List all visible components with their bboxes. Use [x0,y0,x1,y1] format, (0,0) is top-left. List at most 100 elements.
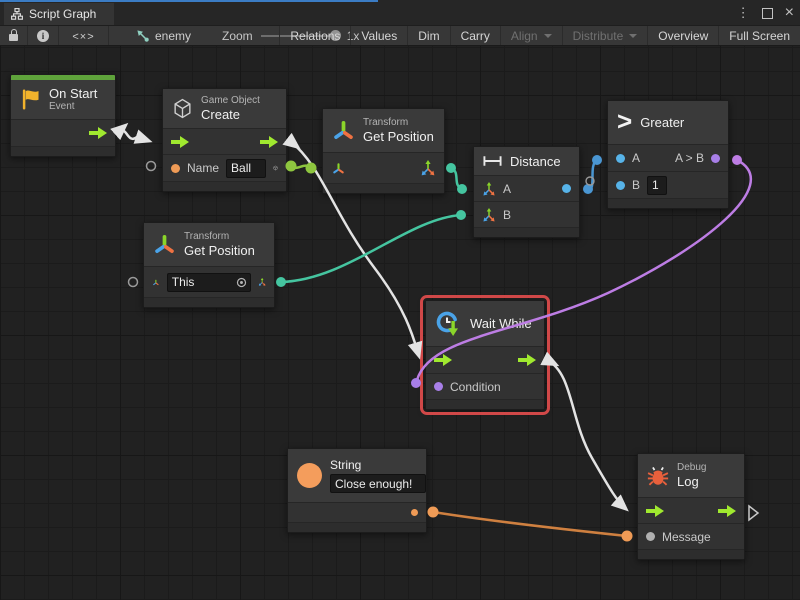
tab-script-graph[interactable]: Script Graph [4,3,114,25]
node-title: Get Position [184,243,255,259]
kebab-menu-icon[interactable] [737,4,750,22]
flow-out-port[interactable] [260,136,278,148]
overview-button[interactable]: Overview [648,26,719,45]
lock-icon [9,34,18,41]
transform-in-port[interactable] [152,275,160,290]
dim-button[interactable]: Dim [408,26,450,45]
carry-button[interactable]: Carry [451,26,501,45]
vector3-out-port[interactable] [258,274,266,290]
node-footer [323,184,444,193]
tab-bar: Script Graph [0,0,800,26]
condition-port[interactable] [434,382,443,391]
name-port-label: Name [187,161,219,175]
code-icon [72,29,94,43]
node-footer [426,400,544,409]
flow-out-port[interactable] [518,354,536,366]
b-in-port[interactable] [616,181,625,190]
node-title: Wait While [470,316,532,331]
flow-in-port[interactable] [646,505,664,517]
string-icon [297,463,322,488]
info-button[interactable]: i [28,26,59,45]
close-icon[interactable] [785,4,794,22]
transform-icon [332,119,355,142]
node-get-position-2[interactable]: Transform Get Position [143,222,275,308]
game-object-icon [172,98,193,119]
node-footer [638,550,744,559]
node-title: Distance [510,154,561,169]
name-value-field[interactable] [226,159,266,178]
vector3-b-port[interactable] [482,208,496,222]
graph-breadcrumb[interactable]: enemy [136,26,191,45]
b-port-label: B [632,178,640,192]
node-footer [608,199,728,208]
distance-icon [483,155,502,167]
node-title: Log [677,474,706,490]
a-port-label: A [503,182,511,196]
graph-name: enemy [155,29,191,43]
node-subtitle: Transform [363,117,434,129]
object-out-port[interactable] [273,161,278,175]
lock-button[interactable] [0,26,28,45]
name-port[interactable] [171,164,180,173]
code-preview-button[interactable] [59,26,109,45]
transform-icon [153,233,176,256]
greater-icon [617,111,632,135]
wait-while-icon [435,310,462,337]
node-distance[interactable]: Distance A B [473,146,580,238]
distance-out-port[interactable] [562,184,571,193]
graph-toolbar: i enemy Zoom 1x Relations Values Dim Car… [0,26,800,46]
fullscreen-button[interactable]: Full Screen [719,26,800,45]
flow-in-port[interactable] [171,136,189,148]
string-out-port[interactable] [411,509,418,516]
node-footer [144,298,274,307]
flow-out-port[interactable] [89,127,107,139]
graph-tab-icon [11,8,23,20]
node-title: Greater [640,115,684,130]
object-picker-icon[interactable] [236,277,247,288]
node-create[interactable]: Game Object Create Name [162,88,287,192]
node-footer [11,147,115,156]
flow-out-port[interactable] [718,505,736,517]
tab-title: Script Graph [29,7,96,21]
node-get-position-1[interactable]: Transform Get Position [322,108,445,194]
graph-icon [136,29,149,42]
bug-icon [647,465,669,487]
b-value-field[interactable] [647,176,667,195]
b-port-label: B [503,208,511,222]
focus-accent-line [0,0,378,2]
node-string[interactable]: String [287,448,427,533]
node-footer [288,523,426,532]
caret-down-icon [629,34,637,38]
node-greater[interactable]: Greater A A > B B [607,100,729,209]
node-subtitle: Transform [184,231,255,243]
node-title: Create [201,107,260,123]
distribute-button[interactable]: Distribute [563,26,649,45]
message-label: Message [662,530,711,544]
condition-label: Condition [450,380,501,394]
vector3-a-port[interactable] [482,182,496,196]
node-subtitle: Debug [677,462,706,474]
flag-icon [20,88,41,111]
caret-down-icon [544,34,552,38]
relations-button[interactable]: Relations [279,26,351,45]
result-port-label: A > B [675,151,704,165]
message-port[interactable] [646,532,655,541]
node-debug-log[interactable]: Debug Log Message [637,453,745,560]
align-button[interactable]: Align [501,26,563,45]
result-out-port[interactable] [711,154,720,163]
string-value-field[interactable] [330,474,426,493]
node-subtitle: Event [49,101,97,113]
transform-in-port[interactable] [331,161,346,176]
vector3-out-port[interactable] [420,160,436,176]
values-button[interactable]: Values [351,26,408,45]
flow-in-port[interactable] [434,354,452,366]
zoom-label: Zoom [222,29,253,43]
node-subtitle: Game Object [201,95,260,107]
node-on-start[interactable]: On Start Event [10,74,116,157]
info-icon: i [37,30,49,42]
a-in-port[interactable] [616,154,625,163]
node-title: Get Position [363,129,434,145]
node-title: On Start [49,86,97,102]
node-wait-while[interactable]: Wait While Condition [425,300,545,410]
maximize-icon[interactable] [762,8,773,19]
